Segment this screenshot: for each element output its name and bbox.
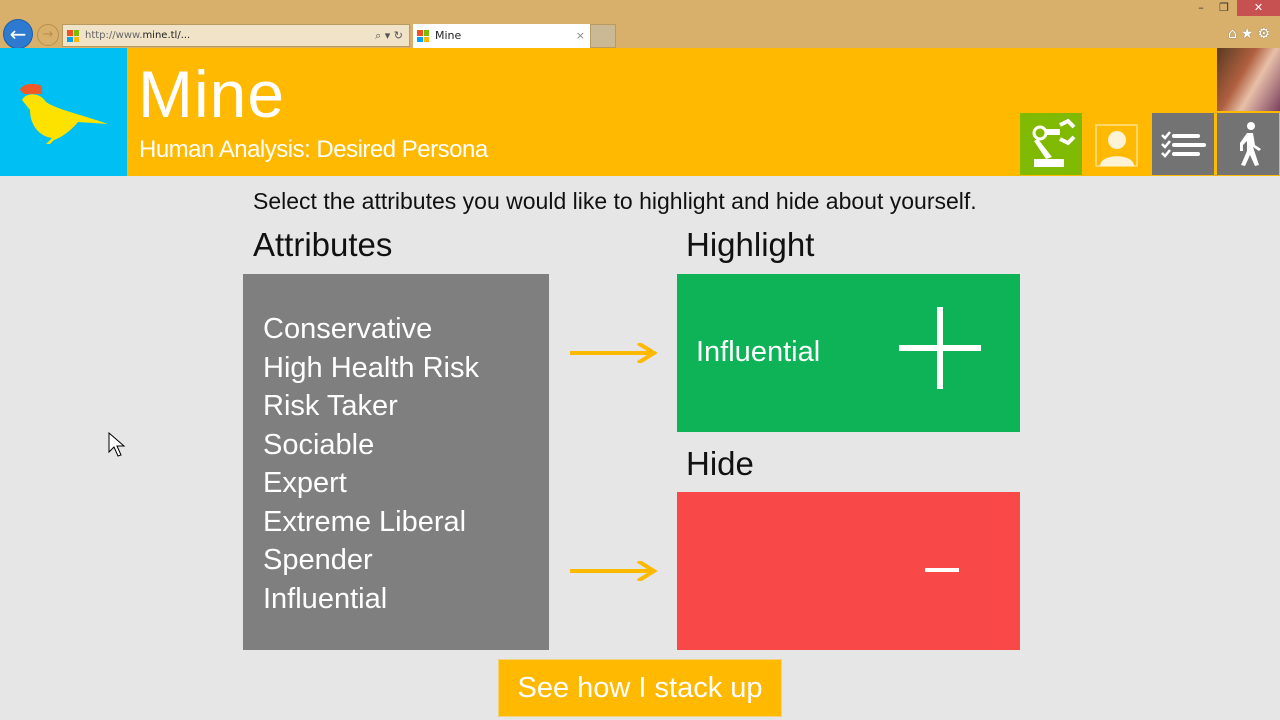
browser-tab[interactable]: Mine × <box>413 24 590 48</box>
search-refresh-icons[interactable]: ⌕ ▾ ↻ <box>375 25 403 46</box>
arrow-right-icon <box>570 343 658 363</box>
tab-close-icon[interactable]: × <box>576 24 585 48</box>
attribute-item[interactable]: Expert <box>263 464 549 503</box>
arrow-right-icon <box>570 561 658 581</box>
page-subtitle: Human Analysis: Desired Persona <box>139 136 488 163</box>
plus-icon <box>899 307 981 389</box>
minimize-button[interactable]: – <box>1192 0 1210 16</box>
close-button[interactable]: ✕ <box>1237 0 1280 16</box>
attribute-item[interactable]: Influential <box>263 580 549 619</box>
see-how-i-stack-up-button[interactable]: See how I stack up <box>498 659 782 717</box>
attribute-item[interactable]: Risk Taker <box>263 387 549 426</box>
bird-icon <box>20 83 108 144</box>
walking-person-icon <box>1240 122 1261 166</box>
forward-button[interactable]: → <box>37 24 59 46</box>
mouse-cursor-icon <box>108 432 126 457</box>
site-favicon <box>67 30 79 42</box>
highlight-heading: Highlight <box>686 226 815 263</box>
profile-icon <box>1095 124 1138 167</box>
attribute-item[interactable]: Extreme Liberal <box>263 503 549 542</box>
tab-title: Mine <box>435 29 462 42</box>
bird-logo <box>0 48 127 176</box>
checklist-icon <box>1161 131 1206 158</box>
attributes-list: Conservative High Health Risk Risk Taker… <box>243 274 549 650</box>
new-tab-button[interactable] <box>590 24 616 48</box>
attributes-heading: Attributes <box>253 226 393 263</box>
attribute-item[interactable]: Conservative <box>263 310 549 349</box>
home-favorites-settings-icons[interactable]: ⌂★⚙ <box>1228 26 1274 42</box>
checklist-button[interactable] <box>1152 113 1214 175</box>
highlight-item[interactable]: Influential <box>696 336 820 369</box>
address-bar[interactable]: http://www.mine.tl/... ⌕ ▾ ↻ <box>62 24 410 47</box>
exit-button[interactable] <box>1217 113 1279 175</box>
user-avatar[interactable] <box>1217 48 1280 111</box>
restore-button[interactable]: ❐ <box>1214 0 1234 16</box>
hide-dropzone[interactable] <box>677 492 1020 650</box>
robot-arm-button[interactable] <box>1020 113 1082 175</box>
app-header: Mine Human Analysis: Desired Persona <box>0 48 1280 176</box>
minus-icon <box>925 568 959 572</box>
robot-arm-icon <box>1032 118 1076 167</box>
tab-favicon <box>417 30 429 42</box>
app-title: Mine <box>138 57 286 131</box>
url-prefix: http://www. <box>85 30 143 41</box>
back-button[interactable]: ← <box>3 19 33 49</box>
attribute-item[interactable]: High Health Risk <box>263 349 549 388</box>
browser-chrome: ← → http://www.mine.tl/... ⌕ ▾ ↻ Mine × … <box>0 0 1280 49</box>
url-domain: mine.tl/... <box>142 30 191 41</box>
attribute-item[interactable]: Sociable <box>263 426 549 465</box>
attribute-item[interactable]: Spender <box>263 541 549 580</box>
highlight-dropzone[interactable]: Influential <box>677 274 1020 432</box>
instruction-text: Select the attributes you would like to … <box>253 188 977 214</box>
hide-heading: Hide <box>686 445 754 482</box>
profile-button[interactable] <box>1086 113 1148 175</box>
